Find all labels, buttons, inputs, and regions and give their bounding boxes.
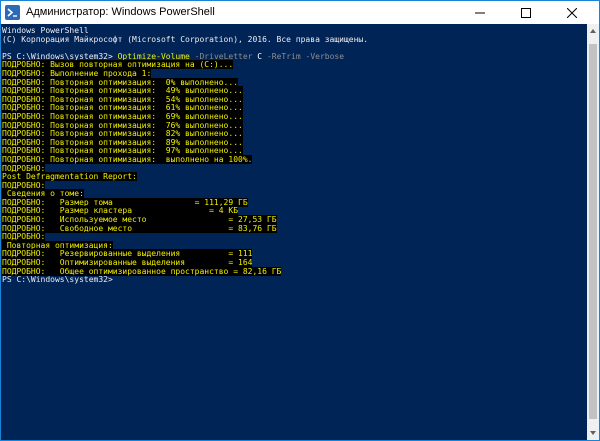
output-line-text: ПОДРОБНО: Повторная оптимизация: 69% вып…: [2, 111, 243, 121]
powershell-window: Администратор: Windows PowerShell Window…: [0, 0, 600, 441]
verbose-output: ПОДРОБНО: Вызов повторная оптимизация на…: [1, 60, 587, 276]
title-bar[interactable]: Администратор: Windows PowerShell: [1, 1, 599, 24]
output-line-text: ПОДРОБНО: Используемое место = 27,53 ГБ: [2, 215, 277, 225]
output-line-text: ПОДРОБНО: Оптимизированные выделения = 1…: [2, 258, 253, 268]
minimize-button[interactable]: [463, 1, 497, 24]
param-retrim: -ReTrim: [266, 51, 301, 61]
scrollbar-thumb[interactable]: [589, 44, 597, 419]
scroll-up-arrow-icon[interactable]: [590, 29, 596, 33]
param-verbose: -Verbose: [305, 51, 345, 61]
output-line-text: ПОДРОБНО: Повторная оптимизация: 97% вып…: [2, 146, 243, 156]
maximize-icon: [521, 7, 531, 18]
param-value-c: C: [257, 51, 263, 61]
window-title: Администратор: Windows PowerShell: [26, 6, 215, 18]
console-output[interactable]: Windows PowerShell (C) Корпорация Майкро…: [1, 24, 587, 440]
vertical-scrollbar[interactable]: [587, 24, 599, 440]
powershell-icon[interactable]: [5, 5, 20, 20]
close-button[interactable]: [555, 1, 589, 24]
output-line-text: ПОДРОБНО: Повторная оптимизация: 82% вып…: [2, 129, 243, 139]
maximize-button[interactable]: [509, 1, 543, 24]
output-line-text: Сведения о томе:: [2, 189, 84, 199]
output-line-text: ПОДРОБНО: Повторная оптимизация: 49% вып…: [2, 86, 243, 96]
output-line-text: Post Defragmentation Report:: [2, 172, 137, 182]
output-line: Post Defragmentation Report:: [1, 172, 587, 182]
output-line: ПОДРОБНО: Свободное место = 83,76 ГБ: [1, 223, 587, 234]
scroll-down-arrow-icon[interactable]: [590, 431, 596, 435]
output-line-text: ПОДРОБНО:: [2, 232, 46, 242]
console-copyright-line: (C) Корпорация Майкрософт (Microsoft Cor…: [2, 34, 369, 44]
minimize-icon: [475, 12, 485, 13]
output-line: ПОДРОБНО:: [1, 180, 587, 191]
final-prompt-line[interactable]: PS C:\Windows\system32>: [1, 276, 587, 285]
output-line-text: ПОДРОБНО: Повторная оптимизация: 61% вып…: [2, 103, 243, 113]
output-line-text: ПОДРОБНО: Повторная оптимизация: выполне…: [2, 154, 253, 164]
output-line-text: ПОДРОБНО: Выполнение прохода 1:: [2, 68, 152, 78]
close-icon: [567, 7, 577, 18]
output-line: ПОДРОБНО: Повторная оптимизация: выполне…: [1, 154, 587, 165]
